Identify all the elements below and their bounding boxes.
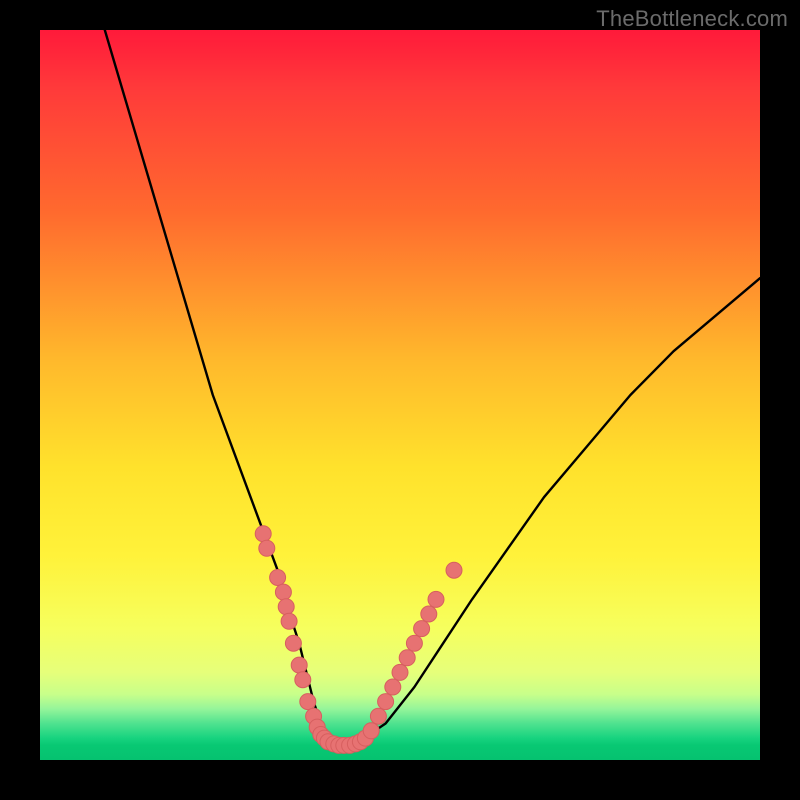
data-marker	[446, 562, 462, 578]
bottleneck-curve	[105, 30, 760, 745]
data-marker	[285, 635, 301, 651]
data-marker	[414, 621, 430, 637]
data-marker	[300, 694, 316, 710]
data-marker	[385, 679, 401, 695]
data-marker	[392, 664, 408, 680]
data-marker	[399, 650, 415, 666]
watermark-text: TheBottleneck.com	[596, 6, 788, 32]
data-marker	[406, 635, 422, 651]
data-marker	[295, 672, 311, 688]
data-marker	[281, 613, 297, 629]
data-marker	[255, 526, 271, 542]
marker-group	[255, 526, 462, 754]
data-marker	[270, 570, 286, 586]
data-marker	[378, 694, 394, 710]
data-marker	[259, 540, 275, 556]
data-marker	[275, 584, 291, 600]
data-marker	[428, 591, 444, 607]
chart-frame: TheBottleneck.com	[0, 0, 800, 800]
data-marker	[278, 599, 294, 615]
data-marker	[421, 606, 437, 622]
data-marker	[363, 723, 379, 739]
data-marker	[291, 657, 307, 673]
curve-layer	[40, 30, 760, 760]
data-marker	[370, 708, 386, 724]
plot-area	[40, 30, 760, 760]
